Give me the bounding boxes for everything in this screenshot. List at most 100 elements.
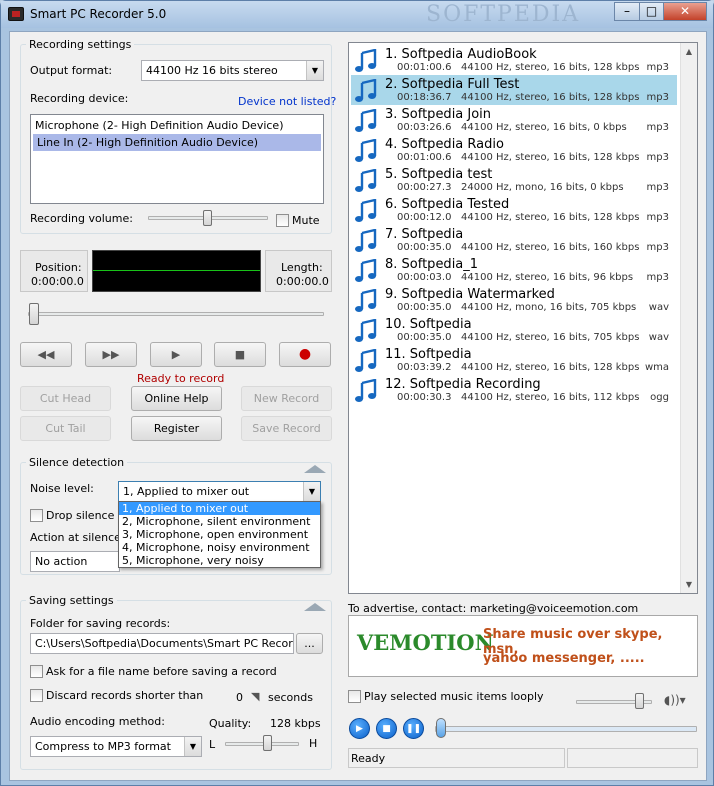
output-format-select[interactable]: 44100 Hz 16 bits stereo ▼ — [141, 60, 324, 81]
playlist-track[interactable]: 8. Softpedia_1 00:00:03.0 44100 Hz, stere… — [351, 255, 677, 285]
playlist-track[interactable]: 4. Softpedia Radio 00:01:00.6 44100 Hz, s… — [351, 135, 677, 165]
browse-button[interactable]: ... — [296, 633, 323, 654]
close-button[interactable]: ✕ — [663, 2, 707, 21]
drop-silence-checkbox[interactable] — [30, 509, 43, 522]
player-status-extra — [567, 748, 698, 768]
loop-checkbox[interactable] — [348, 690, 361, 703]
playlist[interactable]: 1. Softpedia AudioBook 00:01:00.6 44100 H… — [348, 42, 698, 594]
encoding-label: Audio encoding method: — [30, 715, 165, 728]
ask-filename-label: Ask for a file name before saving a reco… — [46, 665, 277, 678]
playlist-track[interactable]: 11. Softpedia 00:03:39.2 44100 Hz, stereo… — [351, 345, 677, 375]
track-info: 00:00:35.0 44100 Hz, stereo, 16 bits, 16… — [397, 242, 640, 253]
quality-high-label: H — [309, 737, 318, 750]
ad-banner[interactable]: VEMOTION Share music over skype, msn, ya… — [348, 615, 698, 677]
player-seek-slider[interactable] — [435, 726, 697, 732]
playlist-track[interactable]: 12. Softpedia Recording 00:00:30.3 44100 … — [351, 375, 677, 405]
playlist-track[interactable]: 9. Softpedia Watermarked 00:00:35.0 44100… — [351, 285, 677, 315]
player-seek-thumb[interactable] — [436, 718, 446, 738]
player-stop-button[interactable]: ■ — [376, 718, 397, 739]
noise-level-select[interactable]: 1, Applied to mixer out ▼ — [118, 481, 321, 502]
fast-forward-button[interactable]: ▶▶ — [85, 342, 137, 367]
minimize-button[interactable]: – — [614, 2, 640, 21]
playlist-track[interactable]: 1. Softpedia AudioBook 00:01:00.6 44100 H… — [351, 45, 677, 75]
play-button[interactable]: ▶ — [150, 342, 202, 367]
cut-tail-button[interactable]: Cut Tail — [20, 416, 111, 441]
scroll-down-icon[interactable]: ▼ — [681, 576, 697, 593]
device-item-selected[interactable]: Line In (2- High Definition Audio Device… — [33, 134, 321, 151]
vemotion-logo: VEMOTION — [357, 630, 494, 655]
recording-volume-label: Recording volume: — [30, 212, 133, 225]
mute-checkbox[interactable] — [276, 214, 289, 227]
noise-option[interactable]: 5, Microphone, very noisy — [119, 554, 320, 567]
player-volume-thumb[interactable] — [635, 693, 645, 709]
rewind-button[interactable]: ◀◀ — [20, 342, 72, 367]
stop-button[interactable]: ■ — [214, 342, 266, 367]
recording-device-list[interactable]: Microphone (2- High Definition Audio Dev… — [30, 114, 324, 204]
title-bar[interactable]: Smart PC Recorder 5.0 SOFTPEDIA – □ ✕ — [1, 1, 713, 28]
quality-slider[interactable] — [225, 742, 299, 746]
track-format: wav — [648, 302, 669, 313]
recording-volume-thumb[interactable] — [203, 210, 212, 226]
quality-label: Quality: — [209, 717, 252, 730]
track-format: ogg — [650, 392, 669, 403]
playlist-track[interactable]: 6. Softpedia Tested 00:00:12.0 44100 Hz, … — [351, 195, 677, 225]
encoding-value: Compress to MP3 format — [35, 740, 171, 753]
pause-icon: ❚❚ — [405, 724, 422, 734]
track-info: 00:00:35.0 44100 Hz, mono, 16 bits, 705 … — [397, 302, 637, 313]
playlist-track[interactable]: 3. Softpedia Join 00:03:26.6 44100 Hz, st… — [351, 105, 677, 135]
player-pause-button[interactable]: ❚❚ — [403, 718, 424, 739]
collapse-up-icon[interactable] — [304, 603, 326, 611]
discard-short-checkbox[interactable] — [30, 689, 43, 702]
track-info: 00:00:30.3 44100 Hz, stereo, 16 bits, 11… — [397, 392, 640, 403]
cut-head-button[interactable]: Cut Head — [20, 386, 111, 411]
playlist-track[interactable]: 2. Softpedia Full Test 00:18:36.7 44100 H… — [351, 75, 677, 105]
music-note-icon — [355, 349, 377, 372]
spin-arrow-icon[interactable]: ◥ — [251, 690, 259, 703]
speaker-icon[interactable]: ◖))▾ — [664, 693, 686, 707]
folder-input[interactable]: C:\Users\Softpedia\Documents\Smart PC Re… — [30, 633, 294, 654]
track-title: 5. Softpedia test — [385, 167, 493, 182]
music-note-icon — [355, 289, 377, 312]
track-info: 00:18:36.7 44100 Hz, stereo, 16 bits, 12… — [397, 92, 640, 103]
online-help-button[interactable]: Online Help — [131, 386, 222, 411]
maximize-button[interactable]: □ — [639, 2, 664, 21]
track-format: mp3 — [646, 212, 669, 223]
position-slider[interactable] — [28, 312, 324, 316]
track-info: 00:03:26.6 44100 Hz, stereo, 16 bits, 0 … — [397, 122, 627, 133]
record-button[interactable]: ● — [279, 342, 331, 367]
output-format-label: Output format: — [30, 64, 113, 77]
app-window: Smart PC Recorder 5.0 SOFTPEDIA – □ ✕ Re… — [0, 0, 714, 786]
noise-option[interactable]: 2, Microphone, silent environment — [119, 515, 320, 528]
noise-option[interactable]: 1, Applied to mixer out — [119, 502, 320, 515]
scroll-up-icon[interactable]: ▲ — [681, 43, 697, 60]
quality-thumb[interactable] — [263, 735, 273, 751]
play-icon: ▶ — [171, 348, 181, 361]
advertise-contact: To advertise, contact: marketing@voiceem… — [348, 602, 639, 615]
position-thumb[interactable] — [29, 303, 39, 325]
saving-settings-label: Saving settings — [26, 594, 117, 607]
playlist-scrollbar[interactable]: ▲ ▼ — [680, 43, 697, 593]
device-item[interactable]: Microphone (2- High Definition Audio Dev… — [31, 117, 323, 134]
record-icon: ● — [298, 346, 312, 362]
noise-level-dropdown[interactable]: 1, Applied to mixer out 2, Microphone, s… — [118, 501, 321, 568]
play-icon: ▶ — [356, 724, 363, 734]
playlist-track[interactable]: 10. Softpedia 00:00:35.0 44100 Hz, stereo… — [351, 315, 677, 345]
device-not-listed-link[interactable]: Device not listed? — [238, 95, 336, 108]
ask-filename-checkbox[interactable] — [30, 665, 43, 678]
rewind-icon: ◀◀ — [37, 348, 55, 361]
noise-option[interactable]: 4, Microphone, noisy environment — [119, 541, 320, 554]
playlist-track[interactable]: 5. Softpedia test 00:00:27.3 24000 Hz, mo… — [351, 165, 677, 195]
collapse-up-icon[interactable] — [304, 465, 326, 473]
player-play-button[interactable]: ▶ — [349, 718, 370, 739]
playlist-track[interactable]: 7. Softpedia 00:00:35.0 44100 Hz, stereo,… — [351, 225, 677, 255]
discard-seconds-value[interactable]: 0 — [236, 691, 243, 704]
new-record-button[interactable]: New Record — [241, 386, 332, 411]
seconds-label: seconds — [268, 691, 313, 704]
noise-option[interactable]: 3, Microphone, open environment — [119, 528, 320, 541]
music-note-icon — [355, 49, 377, 72]
encoding-select[interactable]: Compress to MP3 format ▼ — [30, 736, 202, 757]
fast-forward-icon: ▶▶ — [102, 348, 120, 361]
save-record-button[interactable]: Save Record — [241, 416, 332, 441]
register-button[interactable]: Register — [131, 416, 222, 441]
silence-action-select[interactable]: No action — [30, 551, 120, 572]
